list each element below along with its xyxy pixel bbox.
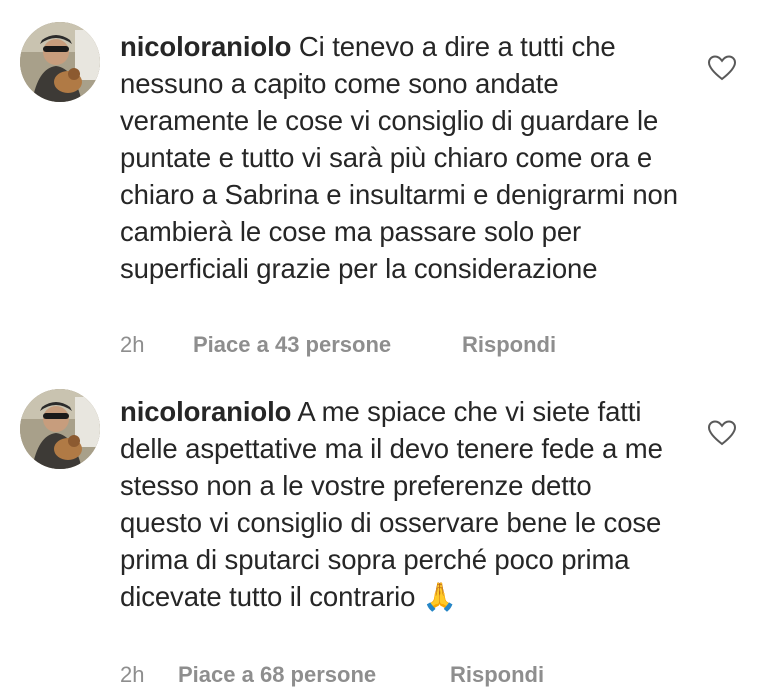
profile-photo-icon [20,389,100,469]
avatar[interactable] [20,389,100,469]
comment-item: nicoloraniolo Ci tenevo a dire a tutti c… [0,0,767,375]
comment-text-block: nicoloraniolo Ci tenevo a dire a tutti c… [120,28,680,287]
comment-username[interactable]: nicoloraniolo [120,31,291,62]
comment-username[interactable]: nicoloraniolo [120,396,291,427]
comment-item: nicoloraniolo A me spiace che vi siete f… [0,375,767,700]
comment-time: 2h [120,332,145,357]
reply-button[interactable]: Rispondi [462,331,556,359]
comment-body: Ci tenevo a dire a tutti che nessuno a c… [120,31,678,284]
like-heart-icon[interactable] [707,54,737,82]
profile-photo-icon [20,22,100,102]
like-heart-icon[interactable] [707,419,737,447]
reply-button[interactable]: Rispondi [450,661,544,689]
comment-time: 2h [120,662,145,687]
avatar[interactable] [20,22,100,102]
comment-body: A me spiace che vi siete fatti delle asp… [120,396,663,612]
likes-count-link[interactable]: Piace a 68 persone [178,661,376,689]
likes-count-link[interactable]: Piace a 43 persone [193,331,391,359]
comment-text-block: nicoloraniolo A me spiace che vi siete f… [120,393,680,615]
